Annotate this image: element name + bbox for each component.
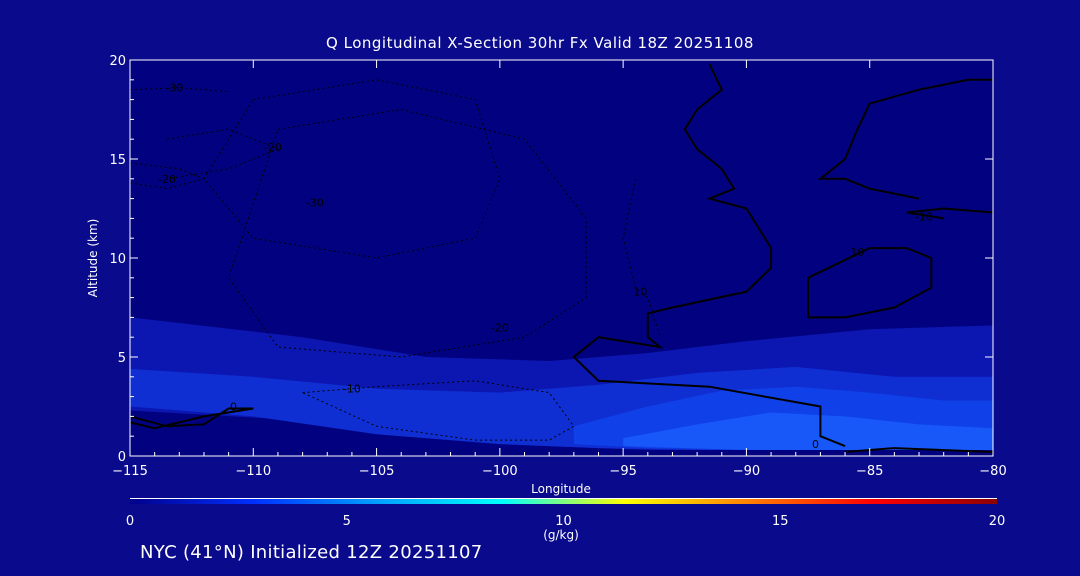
x-tick-label: −95	[609, 464, 636, 479]
contour-label: -30	[165, 82, 183, 95]
contour-label: 10	[850, 246, 864, 259]
y-tick-label: 20	[109, 54, 126, 69]
x-tick-label: −90	[733, 464, 760, 479]
x-tick-label: −115	[112, 464, 148, 479]
x-tick-label: −110	[235, 464, 271, 479]
x-tick-label: −85	[856, 464, 883, 479]
contour-label: -20	[491, 321, 509, 334]
contour-label: 0	[230, 401, 237, 414]
y-tick-label: 10	[109, 252, 126, 267]
colorbar: 0 5 10 15 20	[126, 498, 1005, 529]
colorbar-tick-label: 20	[989, 514, 1006, 529]
contour-label: -10	[915, 210, 933, 223]
contour-label: 10	[633, 286, 647, 299]
colorbar-top-line	[130, 498, 997, 499]
contour-label: 0	[812, 438, 819, 451]
y-tick-label: 15	[109, 153, 126, 168]
contour-label: -20	[158, 173, 176, 186]
contour-label: -30	[306, 197, 324, 210]
colorbar-tick-label: 0	[126, 514, 134, 529]
y-tick-label: 0	[118, 450, 126, 465]
contour-label: -20	[264, 141, 282, 154]
x-tick-label: −105	[359, 464, 395, 479]
x-tick-label: −80	[979, 464, 1006, 479]
x-tick-label: −100	[482, 464, 518, 479]
colorbar-tick-label: 5	[343, 514, 351, 529]
colorbar-gradient	[130, 499, 997, 504]
colorbar-tick-label: 15	[772, 514, 789, 529]
y-tick-label: 5	[118, 351, 126, 366]
chart-canvas: 0 0 10 -10 -10 -20 -20 -20 -30 -30 10 −115 −110 −105…	[109, 54, 1006, 529]
colorbar-tick-label: 10	[555, 514, 572, 529]
contour-label: -10	[343, 383, 361, 396]
